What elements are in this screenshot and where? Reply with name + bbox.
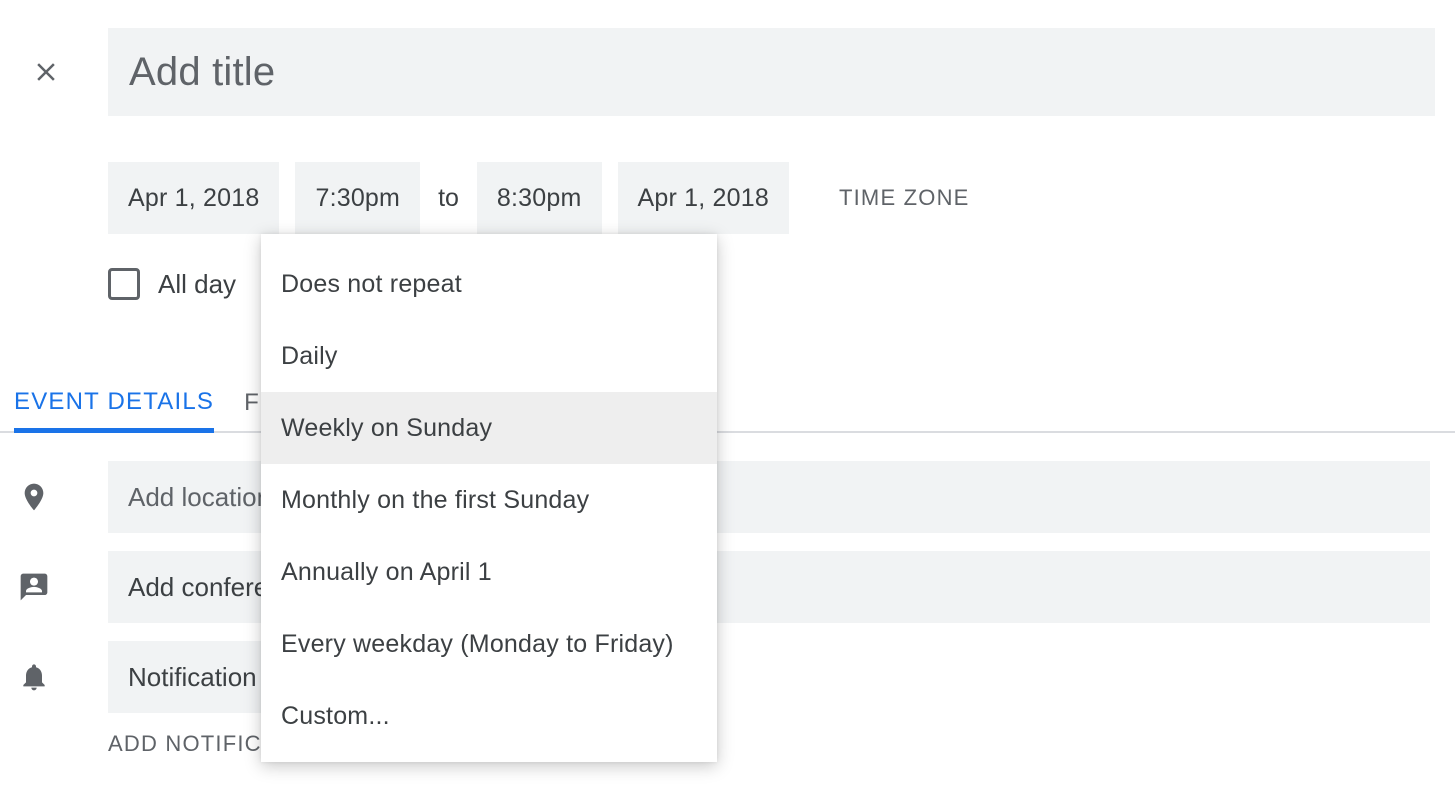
repeat-option[interactable]: Annually on April 1: [261, 536, 717, 608]
tab-event-details[interactable]: EVENT DETAILS: [14, 388, 214, 433]
repeat-dropdown: Does not repeatDailyWeekly on SundayMont…: [261, 234, 717, 762]
repeat-option[interactable]: Custom...: [261, 680, 717, 752]
repeat-option[interactable]: Does not repeat: [261, 248, 717, 320]
event-title-input[interactable]: [108, 28, 1435, 116]
repeat-option[interactable]: Monthly on the first Sunday: [261, 464, 717, 536]
repeat-option[interactable]: Weekly on Sunday: [261, 392, 717, 464]
conferencing-icon: [18, 571, 50, 603]
end-time-picker[interactable]: 8:30pm: [477, 162, 602, 234]
location-icon: [18, 481, 50, 513]
repeat-option[interactable]: Every weekday (Monday to Friday): [261, 608, 717, 680]
allday-checkbox[interactable]: [108, 268, 140, 300]
end-date-picker[interactable]: Apr 1, 2018: [618, 162, 789, 234]
timezone-button[interactable]: TIME ZONE: [839, 185, 970, 211]
close-button[interactable]: [22, 48, 70, 96]
repeat-option[interactable]: Daily: [261, 320, 717, 392]
close-icon: [31, 57, 61, 87]
bell-icon: [18, 661, 50, 693]
start-date-picker[interactable]: Apr 1, 2018: [108, 162, 279, 234]
allday-label: All day: [158, 269, 236, 300]
to-label: to: [436, 184, 461, 213]
notification-label: Notification: [128, 662, 257, 693]
start-time-picker[interactable]: 7:30pm: [295, 162, 420, 234]
